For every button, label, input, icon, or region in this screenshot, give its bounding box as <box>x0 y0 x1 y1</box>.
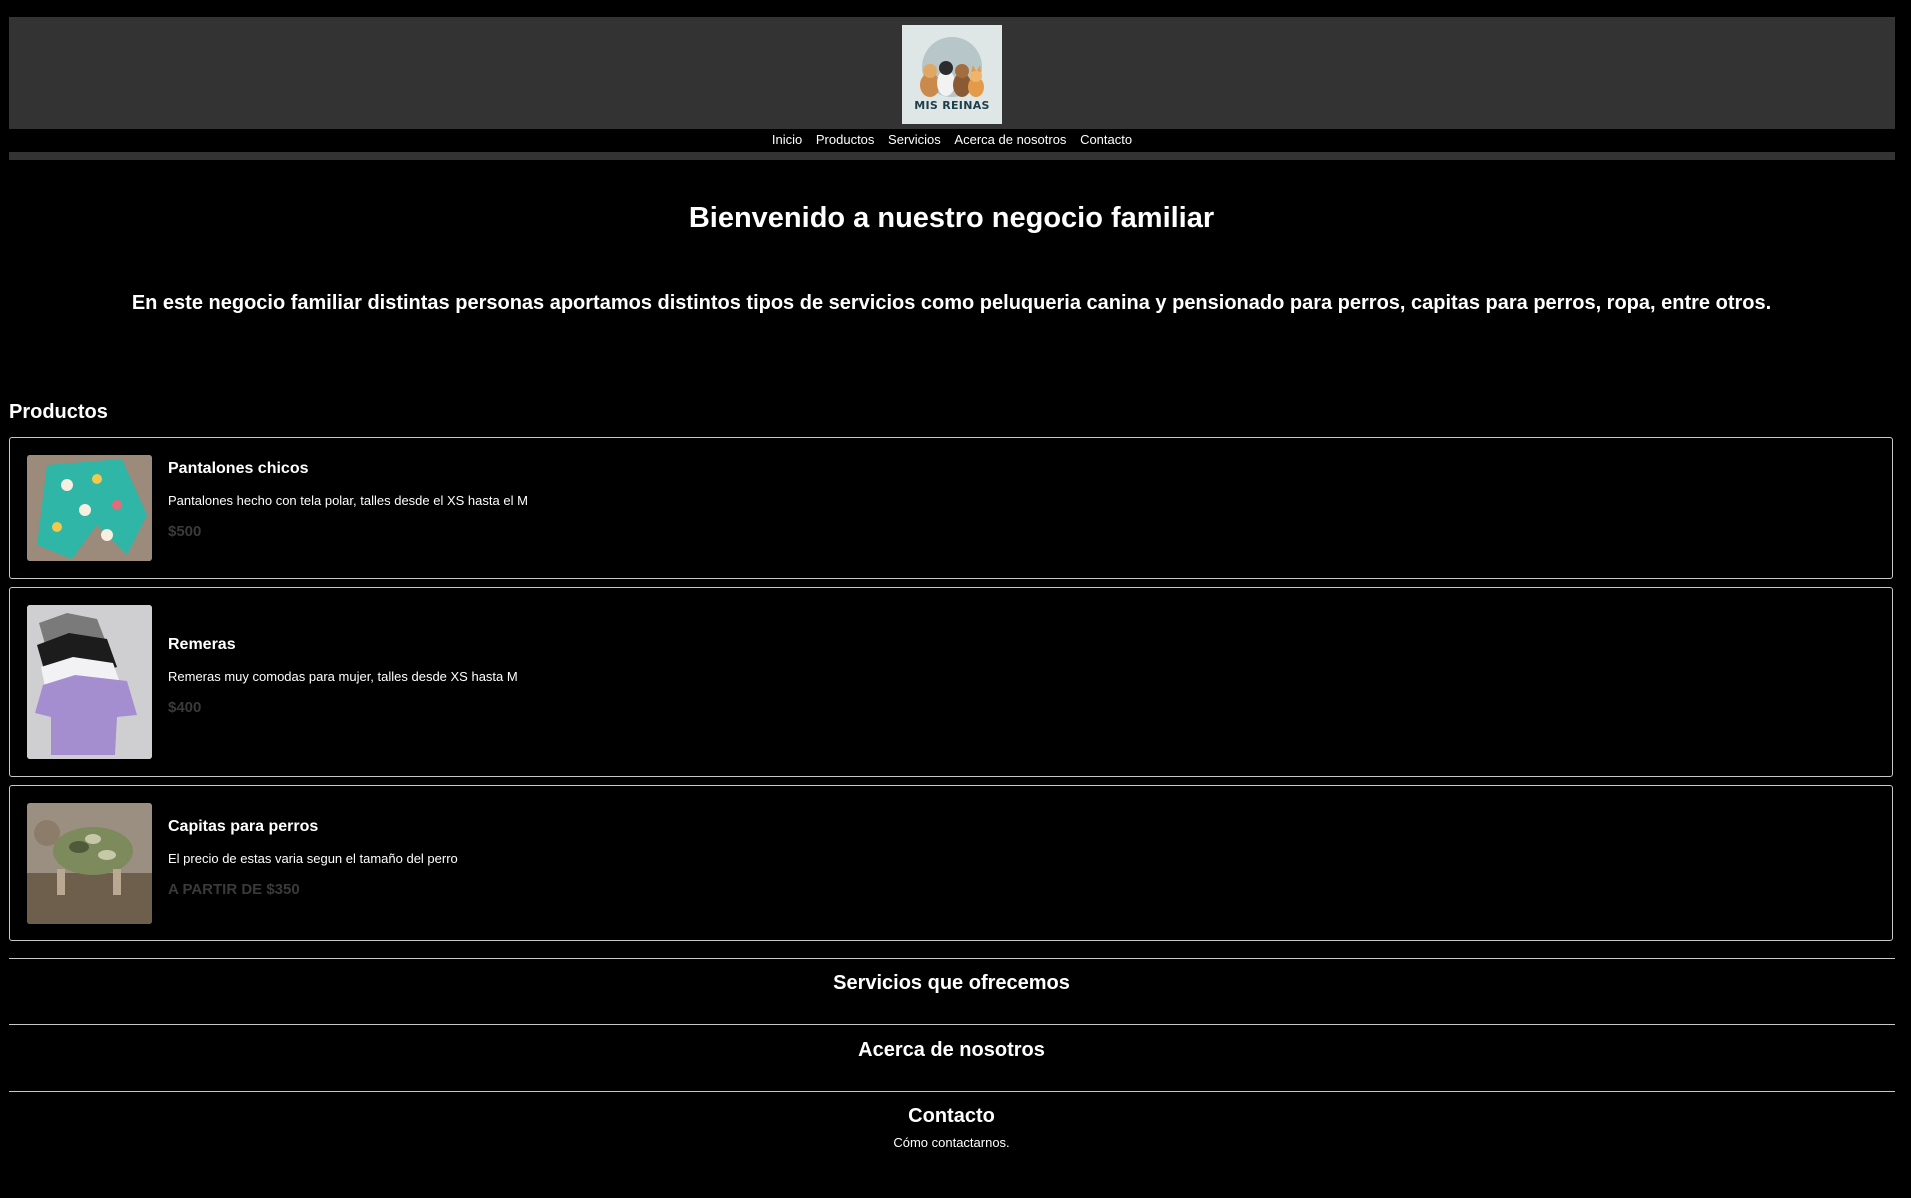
main-nav: Inicio Productos Servicios Acerca de nos… <box>9 129 1895 151</box>
product-info: Capitas para perros El precio de estas v… <box>168 818 458 898</box>
page: MIS REINAS Inicio Productos Servicios Ac… <box>0 0 1911 1198</box>
product-name: Capitas para perros <box>168 818 319 835</box>
product-image-capitas <box>27 803 152 924</box>
services-title: Servicios que ofrecemos <box>833 972 1070 994</box>
dog-cape-image-icon <box>27 803 152 924</box>
product-image-remeras <box>27 605 152 759</box>
product-price: A PARTIR DE $350 <box>168 881 300 898</box>
nav-divider-bar <box>9 152 1895 160</box>
product-description: El precio de estas varia segun el tamaño… <box>168 851 458 866</box>
pets-illustration-icon <box>920 61 984 97</box>
nav-item-inicio[interactable]: Inicio <box>772 132 802 147</box>
product-price: $400 <box>168 699 202 716</box>
product-name: Remeras <box>168 636 236 653</box>
product-name: Pantalones chicos <box>168 460 309 477</box>
logo-text: MIS REINAS <box>914 99 990 112</box>
product-info: Remeras Remeras muy comodas para mujer, … <box>168 636 518 716</box>
section-divider <box>9 1024 1895 1025</box>
hero-title: Bienvenido a nuestro negocio familiar <box>688 202 1215 234</box>
product-description: Pantalones hecho con tela polar, talles … <box>168 493 528 508</box>
product-image-pantalones <box>27 455 152 561</box>
nav-item-contacto[interactable]: Contacto <box>1080 132 1132 147</box>
product-description: Remeras muy comodas para mujer, talles d… <box>168 669 518 684</box>
about-title: Acerca de nosotros <box>858 1039 1045 1061</box>
logo[interactable]: MIS REINAS <box>902 25 1002 124</box>
product-card: Pantalones chicos Pantalones hecho con t… <box>9 437 1893 579</box>
section-divider <box>9 1091 1895 1092</box>
nav-item-servicios[interactable]: Servicios <box>888 132 941 147</box>
nav-item-acerca[interactable]: Acerca de nosotros <box>954 132 1066 147</box>
nav-item-productos[interactable]: Productos <box>816 132 875 147</box>
product-card: Remeras Remeras muy comodas para mujer, … <box>9 587 1893 777</box>
section-divider <box>9 958 1895 959</box>
contact-title: Contacto <box>908 1105 995 1127</box>
tshirts-image-icon <box>27 605 152 759</box>
contact-subtitle: Cómo contactarnos. <box>893 1135 1010 1150</box>
site-header: MIS REINAS <box>9 17 1895 129</box>
hero-text: En este negocio familiar distintas perso… <box>131 292 1772 314</box>
product-price: $500 <box>168 523 202 540</box>
product-card: Capitas para perros El precio de estas v… <box>9 785 1893 941</box>
product-info: Pantalones chicos Pantalones hecho con t… <box>168 460 528 540</box>
products-title: Productos <box>9 401 108 423</box>
pants-image-icon <box>27 455 152 561</box>
